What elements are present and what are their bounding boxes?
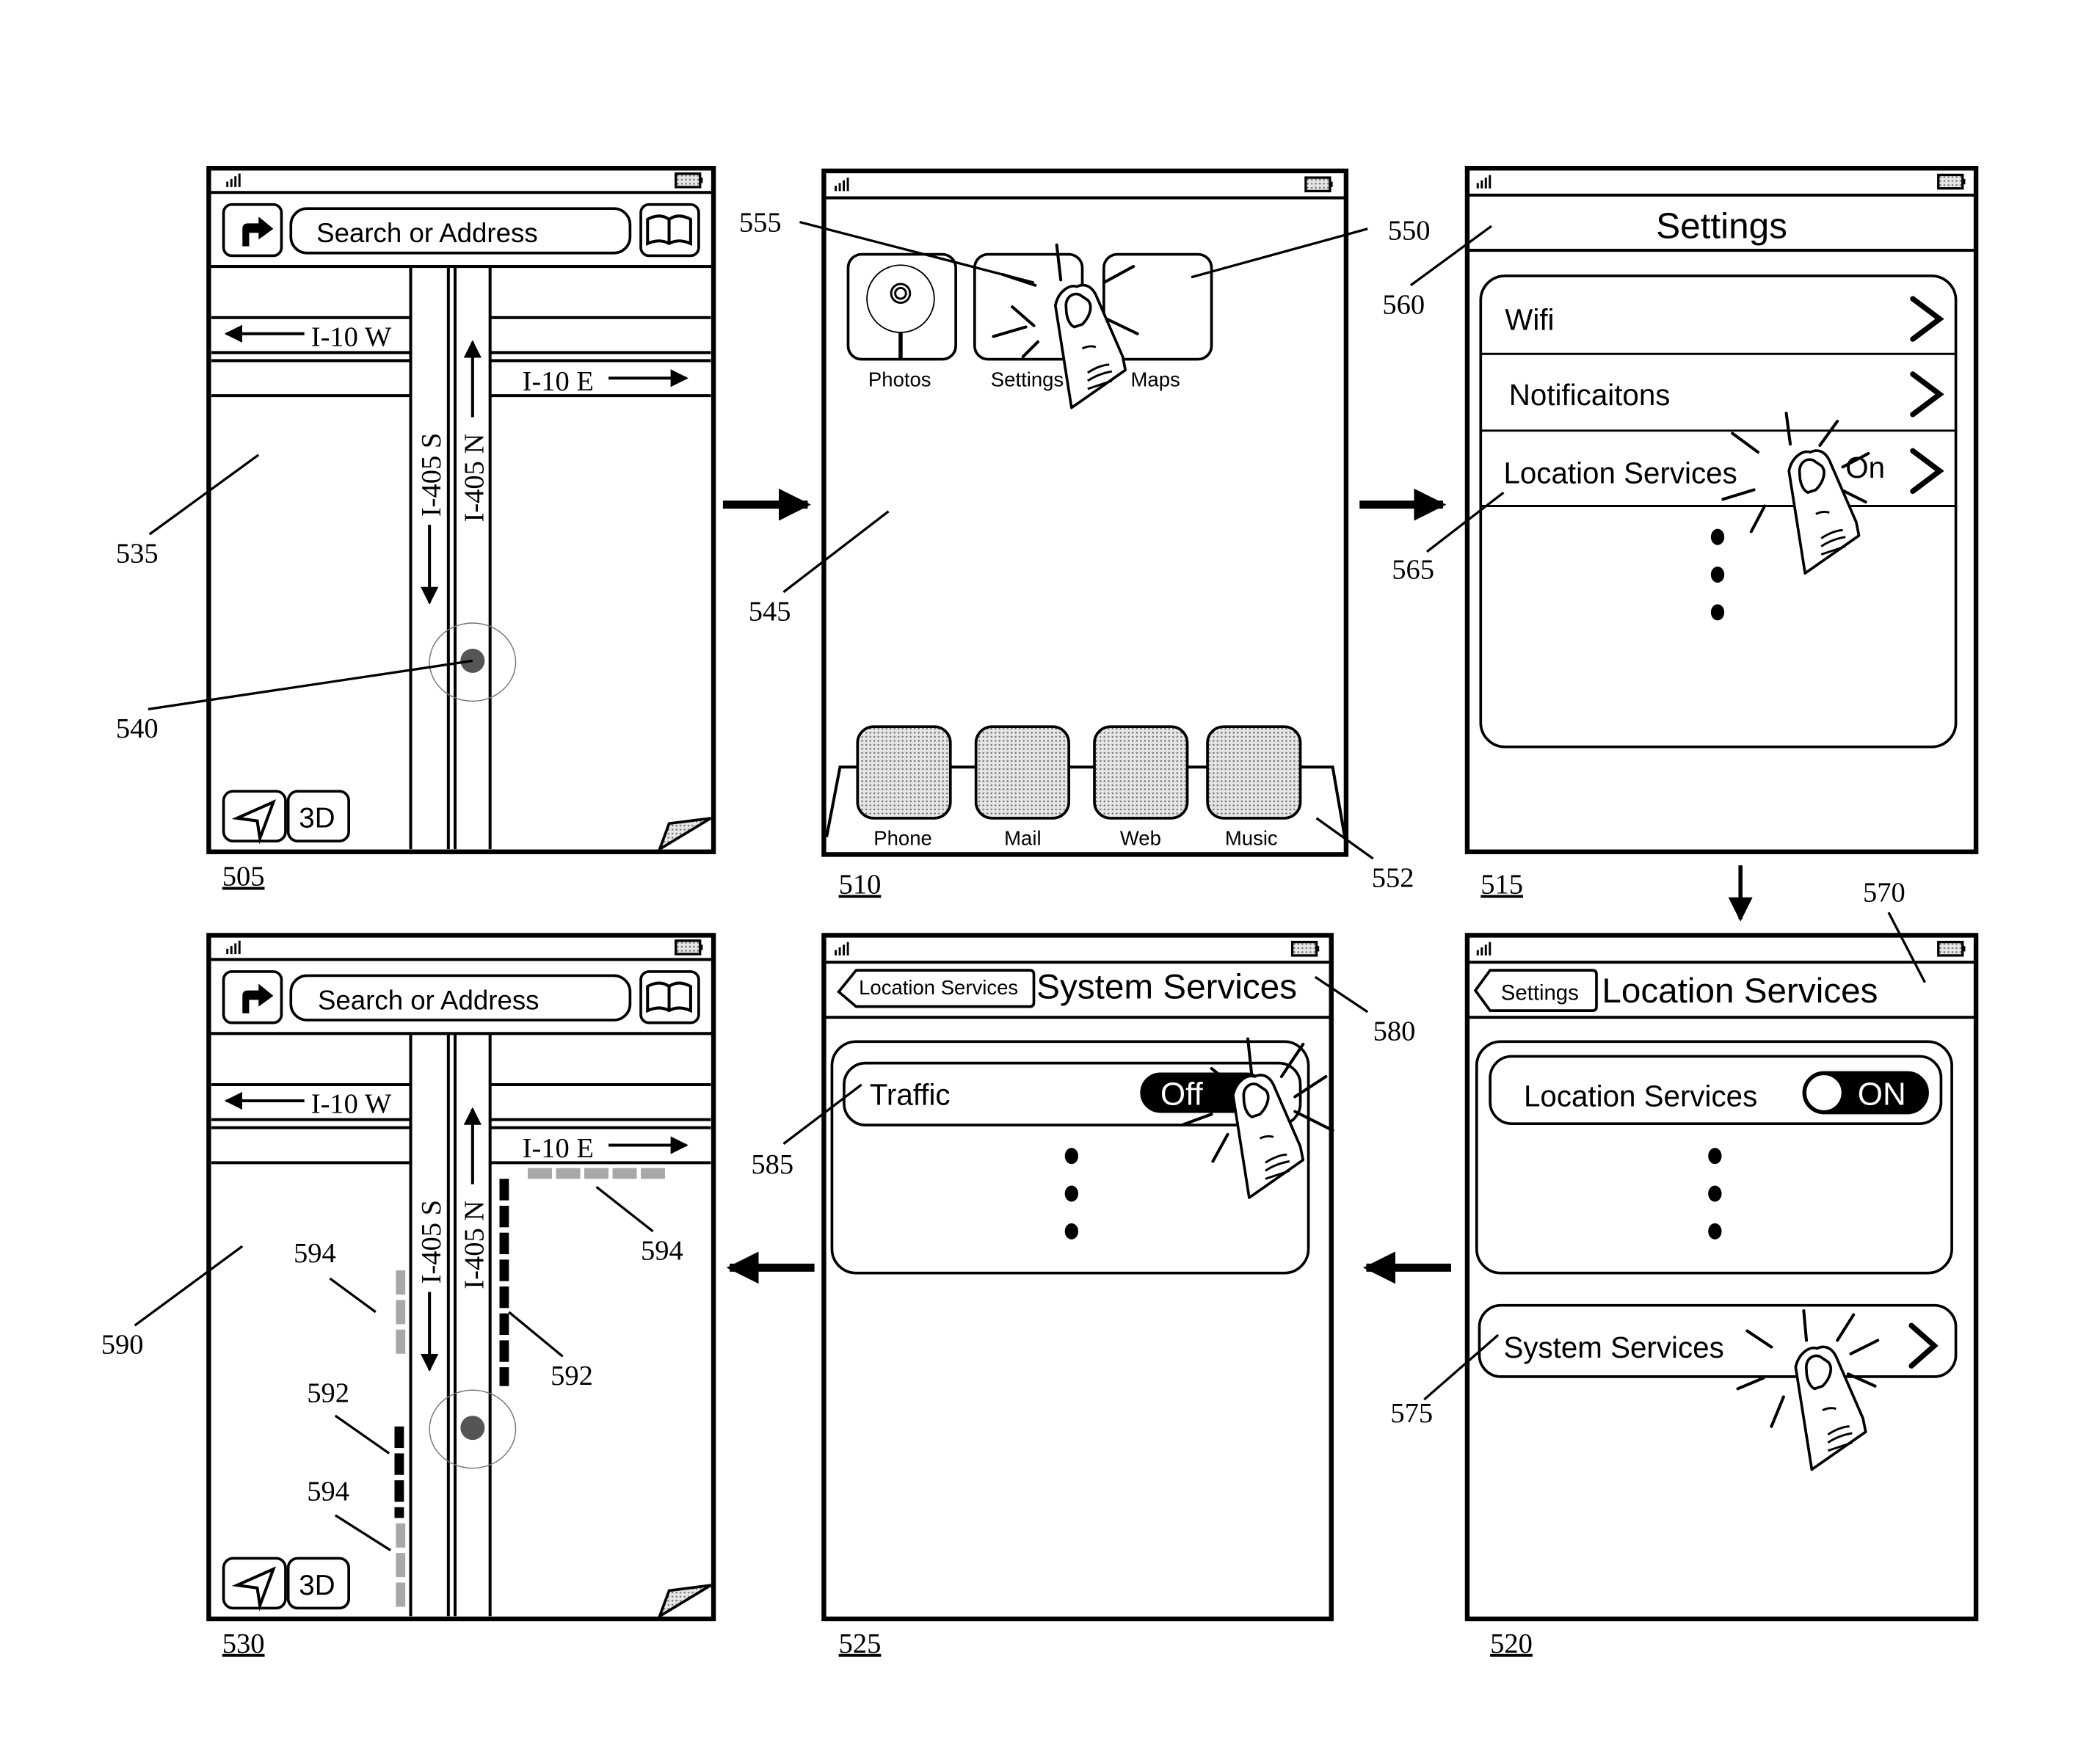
panel-530-map-traffic: Search or Address I-10 W I-10 E I-405 S … [101,933,716,1659]
3d-button[interactable]: 3D [286,1557,350,1610]
row-label: Location Services [1524,1079,1757,1113]
3d-button[interactable]: 3D [286,790,350,842]
screen-title: Location Services [1602,972,1878,1011]
3d-label: 3D [299,803,335,834]
battery-icon [1304,176,1334,193]
panel-525-system-services: Location Services System Services Traffi… [751,933,1416,1659]
back-button-settings[interactable]: Settings [1473,969,1598,1012]
phone-frame [1464,933,1979,1622]
dock-label: Mail [1004,827,1041,850]
phone-frame [821,933,1334,1622]
battery-icon [1937,173,1967,190]
more-items-ellipsis [1710,528,1725,621]
road-label-i405n: I-405 N [459,1201,490,1289]
slow-traffic-indicator-southbound-lower [396,1523,406,1607]
slow-traffic-indicator-southbound [396,1270,406,1354]
directions-button[interactable] [222,203,283,258]
ref-slow-traffic: 594 [641,1235,683,1266]
ref-home: 545 [749,596,791,627]
ref-slow-traffic: 594 [294,1238,336,1269]
app-label: Maps [1131,368,1180,390]
dock-label: Music [1225,827,1278,850]
ref-title: 570 [1863,878,1905,909]
row-label: System Services [1503,1331,1723,1364]
locate-button[interactable] [222,1557,287,1612]
search-placeholder: Search or Address [318,985,539,1015]
more-items-ellipsis [1064,1148,1079,1240]
panel-510-home: Photos Settings Maps Phone Mail Web Musi… [739,168,1431,900]
panel-520-location-services: Settings Location Services Location Serv… [1390,878,1979,1659]
road-label-i10e: I-10 E [523,366,594,397]
ref-heavy-traffic: 592 [551,1361,593,1391]
screen-title: Settings [1656,206,1787,247]
search-field[interactable]: Search or Address [289,207,632,255]
dock-label: Web [1120,827,1161,850]
ref-title: 580 [1373,1016,1416,1046]
ref-traffic: 585 [751,1149,793,1180]
more-items-ellipsis [1708,1148,1722,1240]
road-label-i405s: I-405 S [416,1200,447,1284]
back-label: Location Services [859,976,1018,999]
road-label-i10e: I-10 E [523,1133,594,1164]
ref-map: 590 [101,1330,144,1361]
dock-label: Phone [873,827,932,850]
screen-title: System Services [1036,968,1297,1007]
traffic-toggle-row: Traffic Off [843,1061,1302,1126]
battery-icon [1290,940,1320,957]
ref-dock: 552 [1372,862,1414,893]
road-label-i10w: I-10 W [311,1088,392,1119]
toggle-state: Off [1160,1076,1204,1112]
3d-label: 3D [299,1570,335,1601]
panel-id: 520 [1490,1628,1533,1659]
search-field[interactable]: Search or Address [289,974,632,1022]
location-services-toggle[interactable]: ON [1802,1071,1929,1115]
row-label: Wifi [1505,302,1554,336]
road-label-i405n: I-405 N [459,434,490,523]
ref-heavy-traffic: 592 [307,1378,349,1409]
locate-button[interactable] [222,790,287,845]
panel-505-map: Search or Address I-10 W I-10 E I-405 S … [116,166,716,892]
panel-id: 525 [839,1628,882,1659]
app-label: Photos [868,368,931,390]
battery-icon [675,172,705,189]
directions-button[interactable] [222,970,283,1024]
panel-515-settings: Settings Wifi Notificaitons Location Ser… [1382,166,1979,900]
ref-title: 560 [1382,289,1425,320]
ref-location-row: 565 [1392,554,1434,585]
battery-icon [1937,940,1967,957]
bookmarks-button[interactable] [639,970,700,1024]
row-label: Traffic [870,1077,951,1111]
location-services-toggle-row: Location Services ON [1489,1055,1943,1125]
patent-figure: Search or Address I-10 W I-10 E I-405 S … [101,166,1979,1659]
ref-system-services: 575 [1390,1398,1433,1429]
settings-list [1479,274,1958,749]
app-label: Settings [991,368,1064,390]
system-services-row[interactable]: System Services [1478,1303,1958,1378]
panel-id: 510 [839,870,882,900]
ref-settings: 555 [739,207,782,238]
row-label: Notificaitons [1509,378,1671,412]
slow-traffic-indicator-eastbound [528,1168,666,1179]
search-placeholder: Search or Address [316,218,538,248]
panel-id: 530 [222,1628,265,1659]
road-label-i10w: I-10 W [311,321,392,352]
toggle-state: ON [1858,1076,1906,1112]
back-button-location-services[interactable]: Location Services [837,969,1036,1008]
ref-slow-traffic: 594 [307,1477,349,1507]
ref-location: 540 [116,713,159,744]
road-label-i405s: I-405 S [416,433,447,517]
row-label: Location Services [1503,456,1737,489]
ref-map: 535 [116,538,159,569]
panel-id: 505 [222,862,265,892]
bookmarks-button[interactable] [639,203,700,258]
battery-icon [675,939,705,955]
panel-id: 515 [1480,870,1523,900]
ref-maps: 550 [1388,215,1431,246]
back-label: Settings [1501,980,1579,1005]
